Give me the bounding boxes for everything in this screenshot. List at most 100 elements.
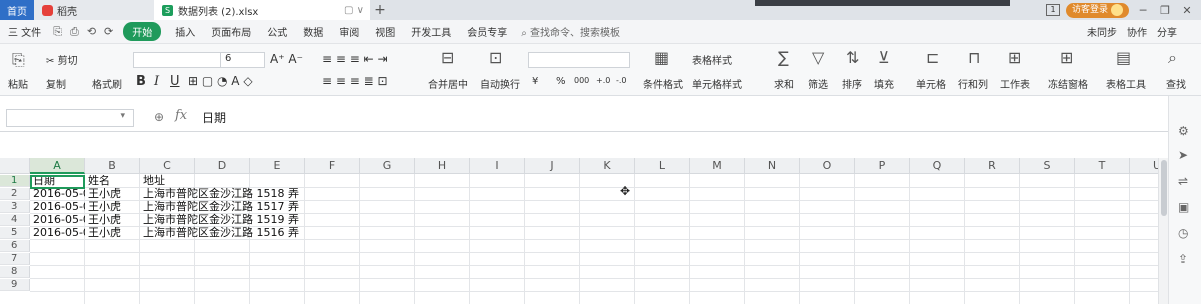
new-tab-button[interactable]: +	[370, 0, 390, 20]
cell-a4[interactable]: 2016-05-0	[31, 214, 85, 226]
column-header-o[interactable]: O	[800, 158, 855, 174]
wrench-icon[interactable]: ⚙	[1178, 124, 1189, 138]
formula-input[interactable]: 日期	[202, 109, 226, 126]
tab-home[interactable]: 首页	[0, 0, 34, 20]
cut-button[interactable]: ✂ 剪切	[46, 52, 78, 67]
cell-a3[interactable]: 2016-05-0	[31, 201, 85, 213]
column-header-n[interactable]: N	[745, 158, 800, 174]
pointer-icon[interactable]: ➤	[1178, 148, 1188, 162]
column-header-l[interactable]: L	[635, 158, 690, 174]
cell-c4[interactable]: 上海市普陀区金沙江路 1519 弄	[141, 214, 341, 226]
row-header-1[interactable]: 1	[0, 175, 30, 187]
scrollbar-thumb[interactable]	[1161, 160, 1167, 216]
menu-data[interactable]: 数据	[295, 24, 331, 39]
sync-button[interactable]: 未同步	[1087, 24, 1117, 39]
column-header-r[interactable]: R	[965, 158, 1020, 174]
panel-icon[interactable]: ▣	[1178, 200, 1189, 214]
column-header-h[interactable]: H	[415, 158, 470, 174]
page-count-icon[interactable]: 1	[1045, 4, 1060, 16]
filter-icon[interactable]: ▽	[812, 48, 824, 67]
wrap-text-button[interactable]: 自动换行	[480, 76, 520, 91]
column-header-t[interactable]: T	[1075, 158, 1130, 174]
underline-button[interactable]: U	[170, 74, 180, 89]
sum-icon[interactable]: ∑	[778, 48, 789, 67]
column-header-d[interactable]: D	[195, 158, 250, 174]
table-style-button[interactable]: 表格样式	[692, 52, 732, 67]
column-header-g[interactable]: G	[360, 158, 415, 174]
filter-button[interactable]: 筛选	[808, 76, 828, 91]
collab-button[interactable]: 协作	[1127, 24, 1147, 39]
row-header-8[interactable]: 8	[0, 266, 30, 278]
command-search[interactable]: ⌕ 查找命令、搜索模板	[515, 24, 620, 39]
chevron-down-icon[interactable]: ▾	[120, 111, 125, 121]
tab-tools[interactable]: ▢ ∨	[344, 5, 364, 16]
cell-b5[interactable]: 王小虎	[86, 227, 140, 239]
freeze-panes-icon[interactable]: ⊞	[1060, 48, 1073, 67]
menu-view[interactable]: 视图	[367, 24, 403, 39]
column-header-p[interactable]: P	[855, 158, 910, 174]
cell-a5[interactable]: 2016-05-0	[31, 227, 85, 239]
worksheet-button[interactable]: 工作表	[1000, 76, 1030, 91]
border-icon[interactable]: ⊞ ▢ ◔ A ◇	[188, 74, 253, 88]
column-header-q[interactable]: Q	[910, 158, 965, 174]
redo-icon[interactable]: ⟳	[100, 25, 117, 38]
column-header-f[interactable]: F	[305, 158, 360, 174]
sliders-icon[interactable]: ⇌	[1178, 174, 1188, 188]
align-horizontal-icons[interactable]: ≡ ≡ ≡ ≣ ⊡	[322, 74, 388, 88]
share-panel-icon[interactable]: ⇪	[1178, 252, 1188, 266]
sheet-grid[interactable]: ABCDEFGHIJKLMNOPQRSTU 123456789 日期 姓名 地址…	[0, 158, 1185, 304]
row-header-7[interactable]: 7	[0, 253, 30, 265]
merge-center-button[interactable]: 合并居中	[428, 76, 468, 91]
worksheet-icon[interactable]: ⊞	[1008, 48, 1021, 67]
bold-button[interactable]: B	[136, 74, 146, 89]
column-header-b[interactable]: B	[85, 158, 140, 174]
row-header-3[interactable]: 3	[0, 201, 30, 213]
tab-docer[interactable]: 稻壳	[34, 0, 154, 20]
column-header-c[interactable]: C	[140, 158, 195, 174]
merge-center-icon[interactable]: ⊟	[441, 48, 454, 67]
share-button[interactable]: 分享	[1157, 24, 1177, 39]
paste-icon[interactable]: ⎘	[12, 50, 25, 70]
undo-icon[interactable]: ⟲	[83, 25, 100, 38]
menu-insert[interactable]: 插入	[167, 24, 203, 39]
align-top-icons[interactable]: ≡ ≡ ≡ ⇤ ⇥	[322, 52, 388, 66]
column-header-e[interactable]: E	[250, 158, 305, 174]
menu-developer[interactable]: 开发工具	[403, 24, 459, 39]
fill-button[interactable]: 填充	[874, 76, 894, 91]
column-header-k[interactable]: K	[580, 158, 635, 174]
row-col-icon[interactable]: ⊓	[968, 48, 980, 67]
menu-page-layout[interactable]: 页面布局	[203, 24, 259, 39]
cell-c1[interactable]: 地址	[141, 175, 341, 187]
minimize-button[interactable]: ─	[1135, 4, 1151, 17]
print-icon[interactable]: ⎙	[66, 25, 83, 39]
cell-c3[interactable]: 上海市普陀区金沙江路 1517 弄	[141, 201, 341, 213]
find-icon[interactable]: ⌕	[1168, 48, 1177, 68]
thousands-button[interactable]: 000	[574, 76, 589, 85]
row-header-5[interactable]: 5	[0, 227, 30, 239]
column-header-a[interactable]: A	[30, 158, 85, 174]
sort-button[interactable]: 排序	[842, 76, 862, 91]
menu-start[interactable]: 开始	[123, 22, 162, 41]
conditional-format-button[interactable]: 条件格式	[643, 76, 683, 91]
name-box[interactable]: ▾	[6, 109, 134, 127]
file-menu[interactable]: 三 文件	[0, 24, 49, 39]
column-header-s[interactable]: S	[1020, 158, 1075, 174]
tab-file[interactable]: S 数据列表 (2).xlsx ▢ ∨	[154, 0, 370, 20]
menu-formula[interactable]: 公式	[259, 24, 295, 39]
cell-b2[interactable]: 王小虎	[86, 188, 140, 200]
column-header-i[interactable]: I	[470, 158, 525, 174]
menu-review[interactable]: 审阅	[331, 24, 367, 39]
table-tools-icon[interactable]: ▤	[1116, 48, 1131, 67]
row-header-9[interactable]: 9	[0, 279, 30, 291]
fx-icon[interactable]: fx	[175, 108, 187, 123]
column-header-m[interactable]: M	[690, 158, 745, 174]
cell-b4[interactable]: 王小虎	[86, 214, 140, 226]
cell-button[interactable]: 单元格	[916, 76, 946, 91]
italic-button[interactable]: I	[154, 74, 159, 89]
row-header-4[interactable]: 4	[0, 214, 30, 226]
cell-c5[interactable]: 上海市普陀区金沙江路 1516 弄	[141, 227, 341, 239]
font-size-select[interactable]: 6	[220, 52, 264, 68]
restore-button[interactable]: ❐	[1157, 4, 1173, 17]
cell-b3[interactable]: 王小虎	[86, 201, 140, 213]
font-grow-icon[interactable]: A⁺ A⁻	[270, 52, 303, 66]
